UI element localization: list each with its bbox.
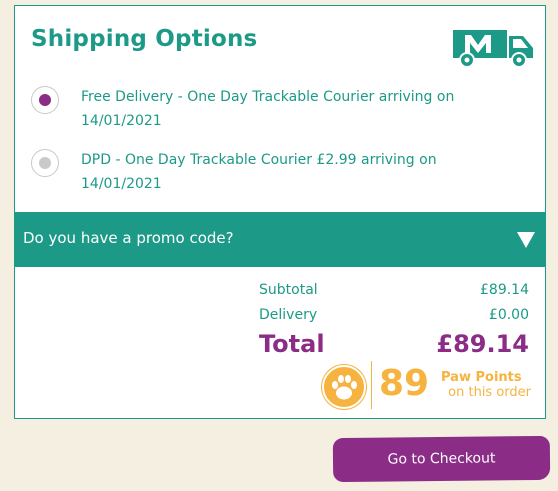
paw-icon bbox=[322, 365, 366, 409]
delivery-value: £0.00 bbox=[488, 307, 529, 323]
subtotal-value: £89.14 bbox=[480, 282, 529, 298]
delivery-row: Delivery £0.00 bbox=[259, 307, 529, 329]
delivery-label: Delivery bbox=[259, 307, 318, 323]
radio-dpd[interactable] bbox=[31, 149, 59, 177]
shipping-option-label: DPD - One Day Trackable Courier £2.99 ar… bbox=[81, 152, 437, 192]
total-row: Total £89.14 bbox=[259, 330, 529, 362]
total-label: Total bbox=[259, 330, 325, 358]
promo-code-label: Do you have a promo code? bbox=[23, 229, 234, 247]
chevron-down-icon bbox=[517, 232, 535, 248]
paw-points-divider bbox=[371, 361, 372, 409]
order-summary-card: Shipping Options Free Delivery - One Day… bbox=[14, 5, 546, 419]
shipping-options-title: Shipping Options bbox=[31, 26, 258, 52]
subtotal-label: Subtotal bbox=[259, 282, 318, 298]
shipping-option-label: Free Delivery - One Day Trackable Courie… bbox=[81, 89, 455, 129]
delivery-van-icon bbox=[453, 30, 533, 68]
total-value: £89.14 bbox=[436, 330, 529, 358]
paw-points-subtext: on this order bbox=[448, 385, 531, 400]
radio-free-delivery[interactable] bbox=[31, 86, 59, 114]
promo-code-toggle[interactable]: Do you have a promo code? bbox=[15, 212, 545, 267]
paw-points-count: 89 bbox=[379, 363, 430, 404]
subtotal-row: Subtotal £89.14 bbox=[259, 282, 529, 304]
paw-points-label: Paw Points bbox=[441, 370, 522, 385]
go-to-checkout-button[interactable]: Go to Checkout bbox=[332, 435, 551, 483]
